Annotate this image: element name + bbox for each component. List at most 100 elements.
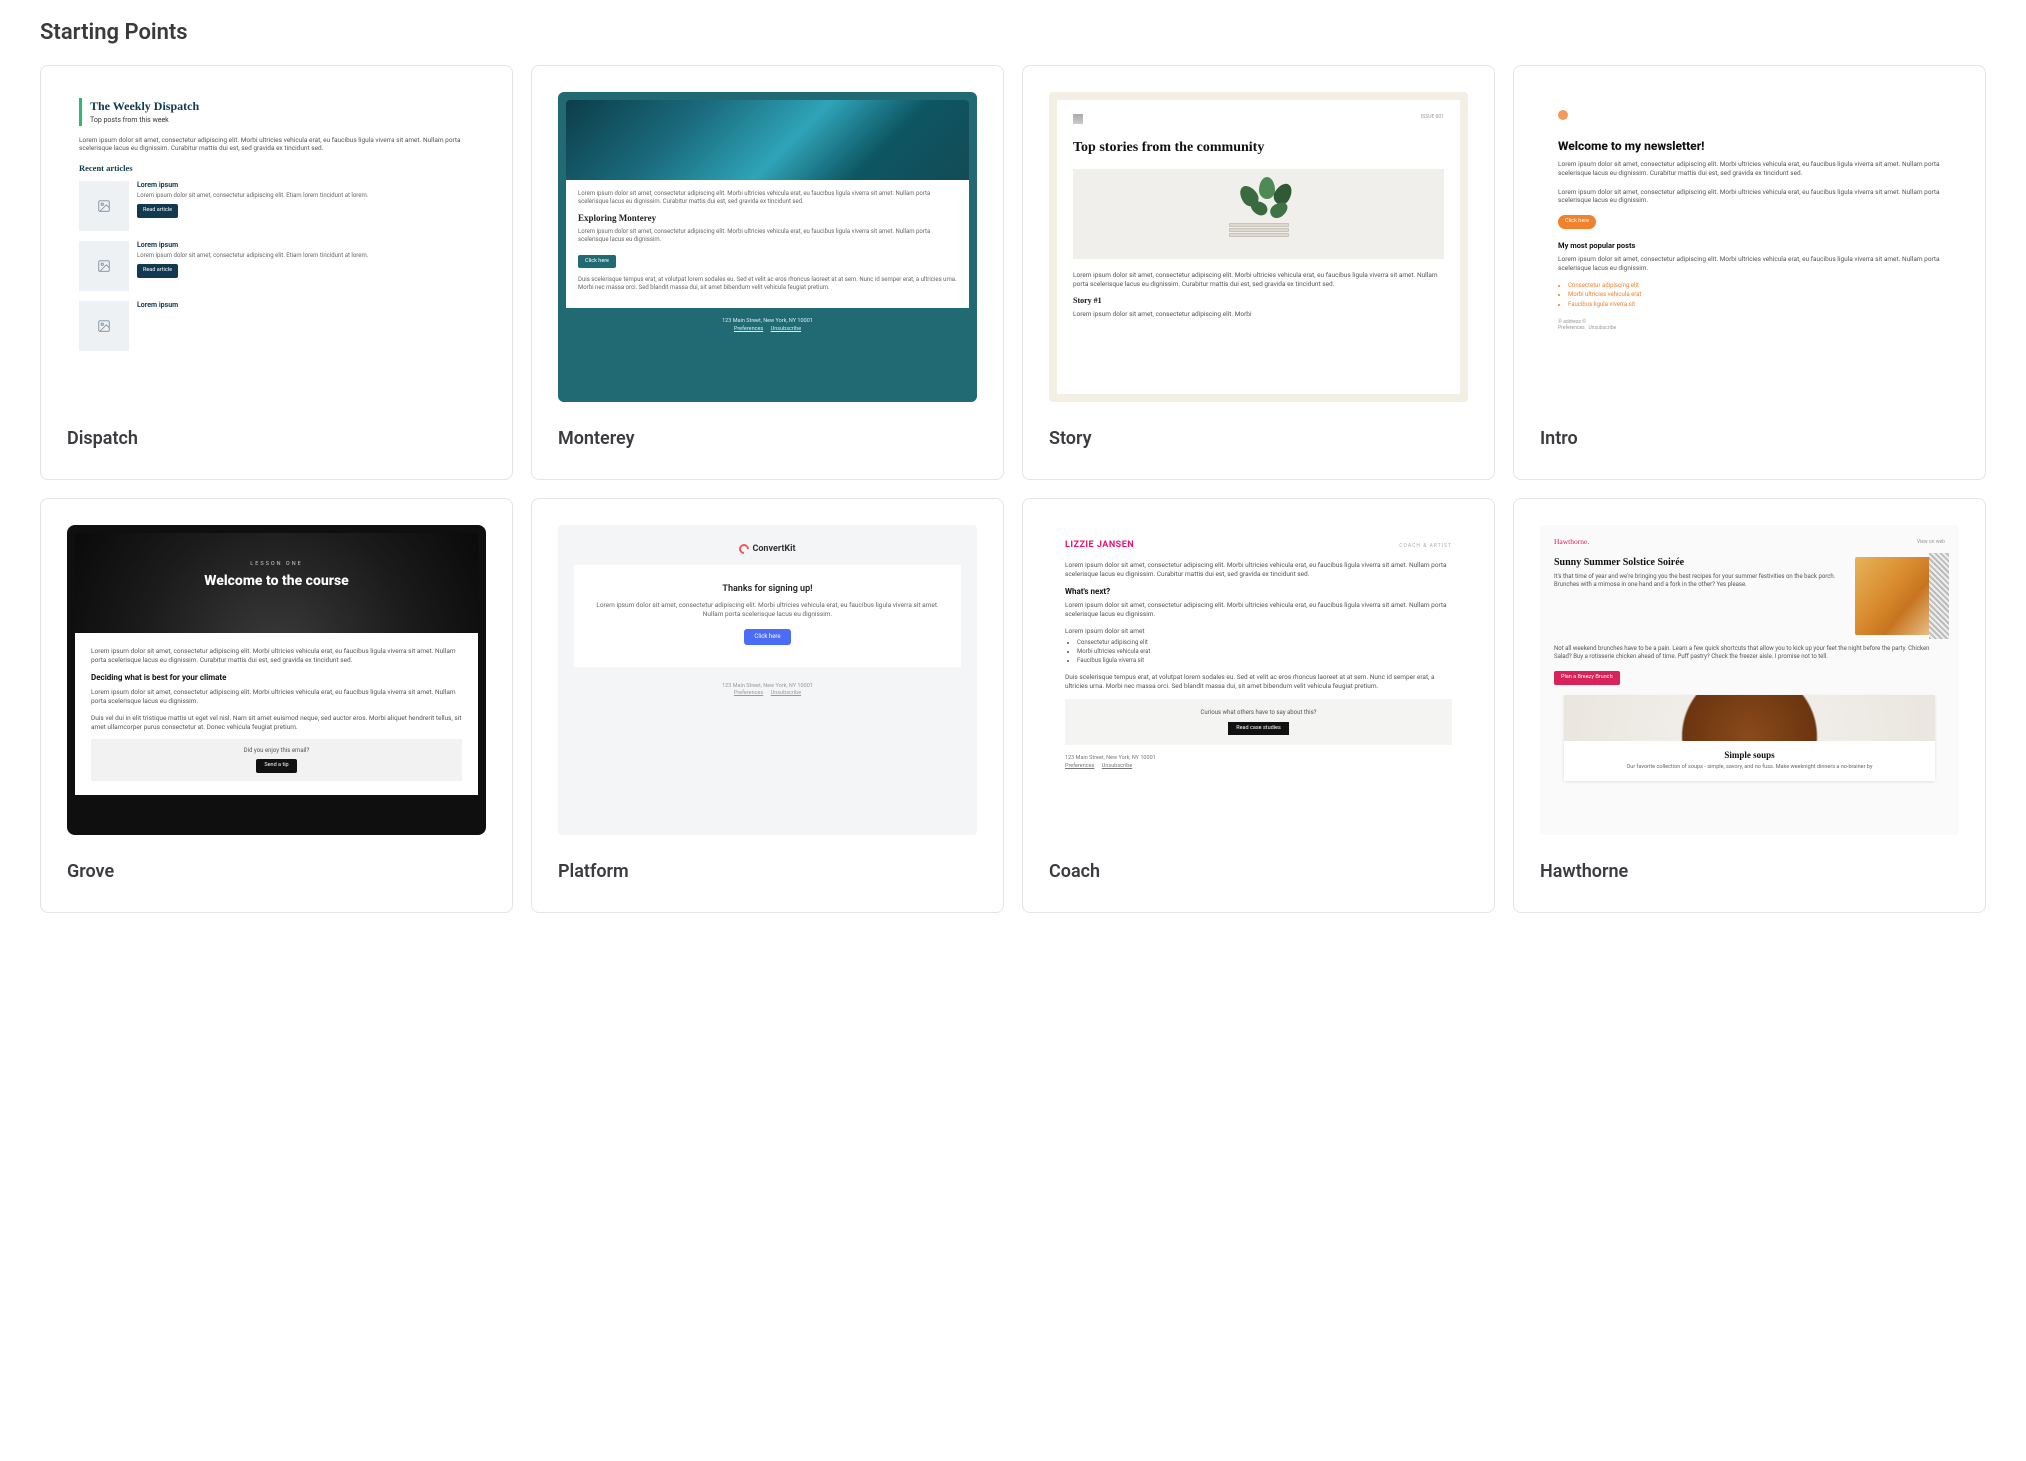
intro-para-1: Lorem ipsum dolor sit amet, consectetur … (1558, 160, 1941, 178)
list-item: Consectetur adipiscing elit (1568, 282, 1941, 290)
preferences-link: Preferences (1065, 763, 1094, 769)
monterey-outro-para: Duis scelerisque tempus erat, at volutpa… (578, 276, 957, 292)
article-title: Lorem ipsum (137, 181, 474, 190)
template-label: Grove (67, 861, 486, 882)
grove-subhead: Deciding what is best for your climate (91, 673, 462, 684)
monterey-body-para: Lorem ipsum dolor sit amet, consectetur … (578, 228, 957, 244)
coach-cta-box: Curious what others have to say about th… (1065, 699, 1452, 746)
template-label: Story (1049, 428, 1468, 449)
hawthorne-sub-card: Simple soups Our favorite collection of … (1564, 695, 1935, 782)
list-item: Morbi ultricies vehicula erat (1568, 291, 1941, 299)
story-subheading: Story #1 (1073, 296, 1444, 307)
template-card-grove[interactable]: LESSON ONE Welcome to the course Lorem i… (40, 498, 513, 913)
coach-role: COACH & ARTIST (1399, 543, 1452, 550)
read-case-studies-button: Read case studies (1228, 722, 1289, 735)
soup-para: Our favorite collection of soups - simpl… (1574, 764, 1925, 771)
grove-para-3: Duis vel dui in elit tristique mattis ut… (91, 714, 462, 732)
read-article-button: Read article (137, 204, 178, 217)
preview-dispatch: The Weekly Dispatch Top posts from this … (67, 92, 486, 402)
monterey-intro-para: Lorem ipsum dolor sit amet, consectetur … (578, 190, 957, 206)
template-label: Monterey (558, 428, 977, 449)
coach-para-2: Lorem ipsum dolor sit amet, consectetur … (1065, 601, 1452, 619)
coach-para-3: Duis scelerisque tempus erat, at volutpa… (1065, 673, 1452, 691)
template-card-platform[interactable]: ConvertKit Thanks for signing up! Lorem … (531, 498, 1004, 913)
intro-para-2: Lorem ipsum dolor sit amet, consectetur … (1558, 188, 1941, 206)
read-article-button: Read article (137, 264, 178, 277)
coach-intro-para: Lorem ipsum dolor sit amet, consectetur … (1065, 561, 1452, 579)
soup-image (1564, 695, 1935, 741)
monterey-footer: 123 Main Street, New York, NY 10001 Pref… (566, 318, 969, 333)
footer-address: 123 Main Street, New York, NY 10001 (1065, 755, 1452, 762)
hawthorne-mid-para: Not all weekend brunches have to be a pa… (1554, 645, 1945, 661)
platform-headline: Thanks for signing up! (594, 583, 941, 595)
section-title: Starting Points (40, 20, 1986, 45)
template-label: Hawthorne (1540, 861, 1959, 882)
template-card-hawthorne[interactable]: Hawthorne. View on web Sunny Summer Sols… (1513, 498, 1986, 913)
dispatch-article-item: Lorem ipsum (79, 301, 474, 351)
template-card-story[interactable]: ISSUE 001 Top stories from the community (1022, 65, 1495, 480)
story-issue-label: ISSUE 001 (1421, 114, 1444, 124)
unsubscribe-link: Unsubscribe (771, 690, 802, 696)
template-label: Dispatch (67, 428, 486, 449)
article-excerpt: Lorem ipsum dolor sit amet, consectetur … (137, 252, 474, 260)
preview-hawthorne: Hawthorne. View on web Sunny Summer Sols… (1540, 525, 1959, 835)
preferences-link: Preferences (734, 690, 763, 696)
template-card-coach[interactable]: LIZZIE JANSEN COACH & ARTIST Lorem ipsum… (1022, 498, 1495, 913)
template-card-monterey[interactable]: Lorem ipsum dolor sit amet, consectetur … (531, 65, 1004, 480)
view-on-web-link: View on web (1917, 539, 1945, 546)
preview-platform: ConvertKit Thanks for signing up! Lorem … (558, 525, 977, 835)
story-excerpt: Lorem ipsum dolor sit amet, consectetur … (1073, 310, 1444, 319)
preferences-link: Preferences (1558, 325, 1585, 331)
footer-address: © address © (1558, 319, 1586, 325)
article-excerpt: Lorem ipsum dolor sit amet, consectetur … (137, 192, 474, 200)
image-placeholder-icon (79, 301, 129, 351)
monterey-hero-image (566, 100, 969, 182)
unsubscribe-link: Unsubscribe (1588, 325, 1616, 331)
unsubscribe-link: Unsubscribe (1102, 763, 1133, 769)
template-label: Intro (1540, 428, 1959, 449)
platform-cta-button: Click here (744, 629, 790, 645)
hawthorne-intro-para: It's that time of year and we're bringin… (1554, 573, 1847, 589)
grove-para-2: Lorem ipsum dolor sit amet, consectetur … (91, 688, 462, 706)
hawthorne-cta-button: Plan a Breezy Brunch (1554, 671, 1620, 684)
dispatch-article-item: Lorem ipsum Lorem ipsum dolor sit amet, … (79, 181, 474, 231)
template-card-intro[interactable]: Welcome to my newsletter! Lorem ipsum do… (1513, 65, 1986, 480)
coach-bullet-list: Consectetur adipiscing elit Morbi ultric… (1077, 639, 1452, 665)
preview-story: ISSUE 001 Top stories from the community (1049, 92, 1468, 402)
story-logo-icon (1073, 114, 1083, 124)
article-title: Lorem ipsum (137, 241, 474, 250)
preview-monterey: Lorem ipsum dolor sit amet, consectetur … (558, 92, 977, 402)
templates-grid: The Weekly Dispatch Top posts from this … (40, 65, 1986, 913)
preview-intro: Welcome to my newsletter! Lorem ipsum do… (1540, 92, 1959, 402)
convertkit-logo-icon (737, 542, 751, 556)
preview-coach: LIZZIE JANSEN COACH & ARTIST Lorem ipsum… (1049, 525, 1468, 835)
intro-headline: Welcome to my newsletter! (1558, 138, 1941, 154)
intro-popular-para: Lorem ipsum dolor sit amet, consectetur … (1558, 255, 1941, 273)
unsubscribe-link: Unsubscribe (771, 326, 802, 332)
dispatch-subtitle: Top posts from this week (90, 116, 474, 125)
template-card-dispatch[interactable]: The Weekly Dispatch Top posts from this … (40, 65, 513, 480)
soup-heading: Simple soups (1574, 749, 1925, 761)
monterey-cta-button: Click here (578, 255, 616, 268)
intro-cta-button: Click here (1558, 215, 1596, 228)
dispatch-title: The Weekly Dispatch (90, 98, 474, 114)
dispatch-article-item: Lorem ipsum Lorem ipsum dolor sit amet, … (79, 241, 474, 291)
coach-footer: 123 Main Street, New York, NY 10001 Pref… (1065, 755, 1452, 770)
preview-grove: LESSON ONE Welcome to the course Lorem i… (67, 525, 486, 835)
send-tip-button: Send a tip (256, 759, 296, 772)
platform-brand: ConvertKit (558, 525, 977, 565)
platform-para: Lorem ipsum dolor sit amet, consectetur … (594, 601, 941, 619)
platform-footer: 123 Main Street, New York, NY 10001 Pref… (558, 683, 977, 698)
story-hero-image (1073, 169, 1444, 259)
grove-hero: LESSON ONE Welcome to the course (75, 533, 478, 633)
brand-name: ConvertKit (752, 543, 795, 555)
preferences-link: Preferences (734, 326, 763, 332)
hawthorne-hero-image (1855, 557, 1945, 635)
dispatch-intro-para: Lorem ipsum dolor sit amet, consectetur … (79, 136, 474, 154)
coach-cta-question: Curious what others have to say about th… (1075, 709, 1442, 717)
footer-address: 123 Main Street, New York, NY 10001 (566, 318, 969, 325)
coach-name: LIZZIE JANSEN (1065, 539, 1134, 551)
hawthorne-brand: Hawthorne. (1554, 537, 1589, 547)
grove-para-1: Lorem ipsum dolor sit amet, consectetur … (91, 647, 462, 665)
intro-popular-heading: My most popular posts (1558, 241, 1941, 251)
